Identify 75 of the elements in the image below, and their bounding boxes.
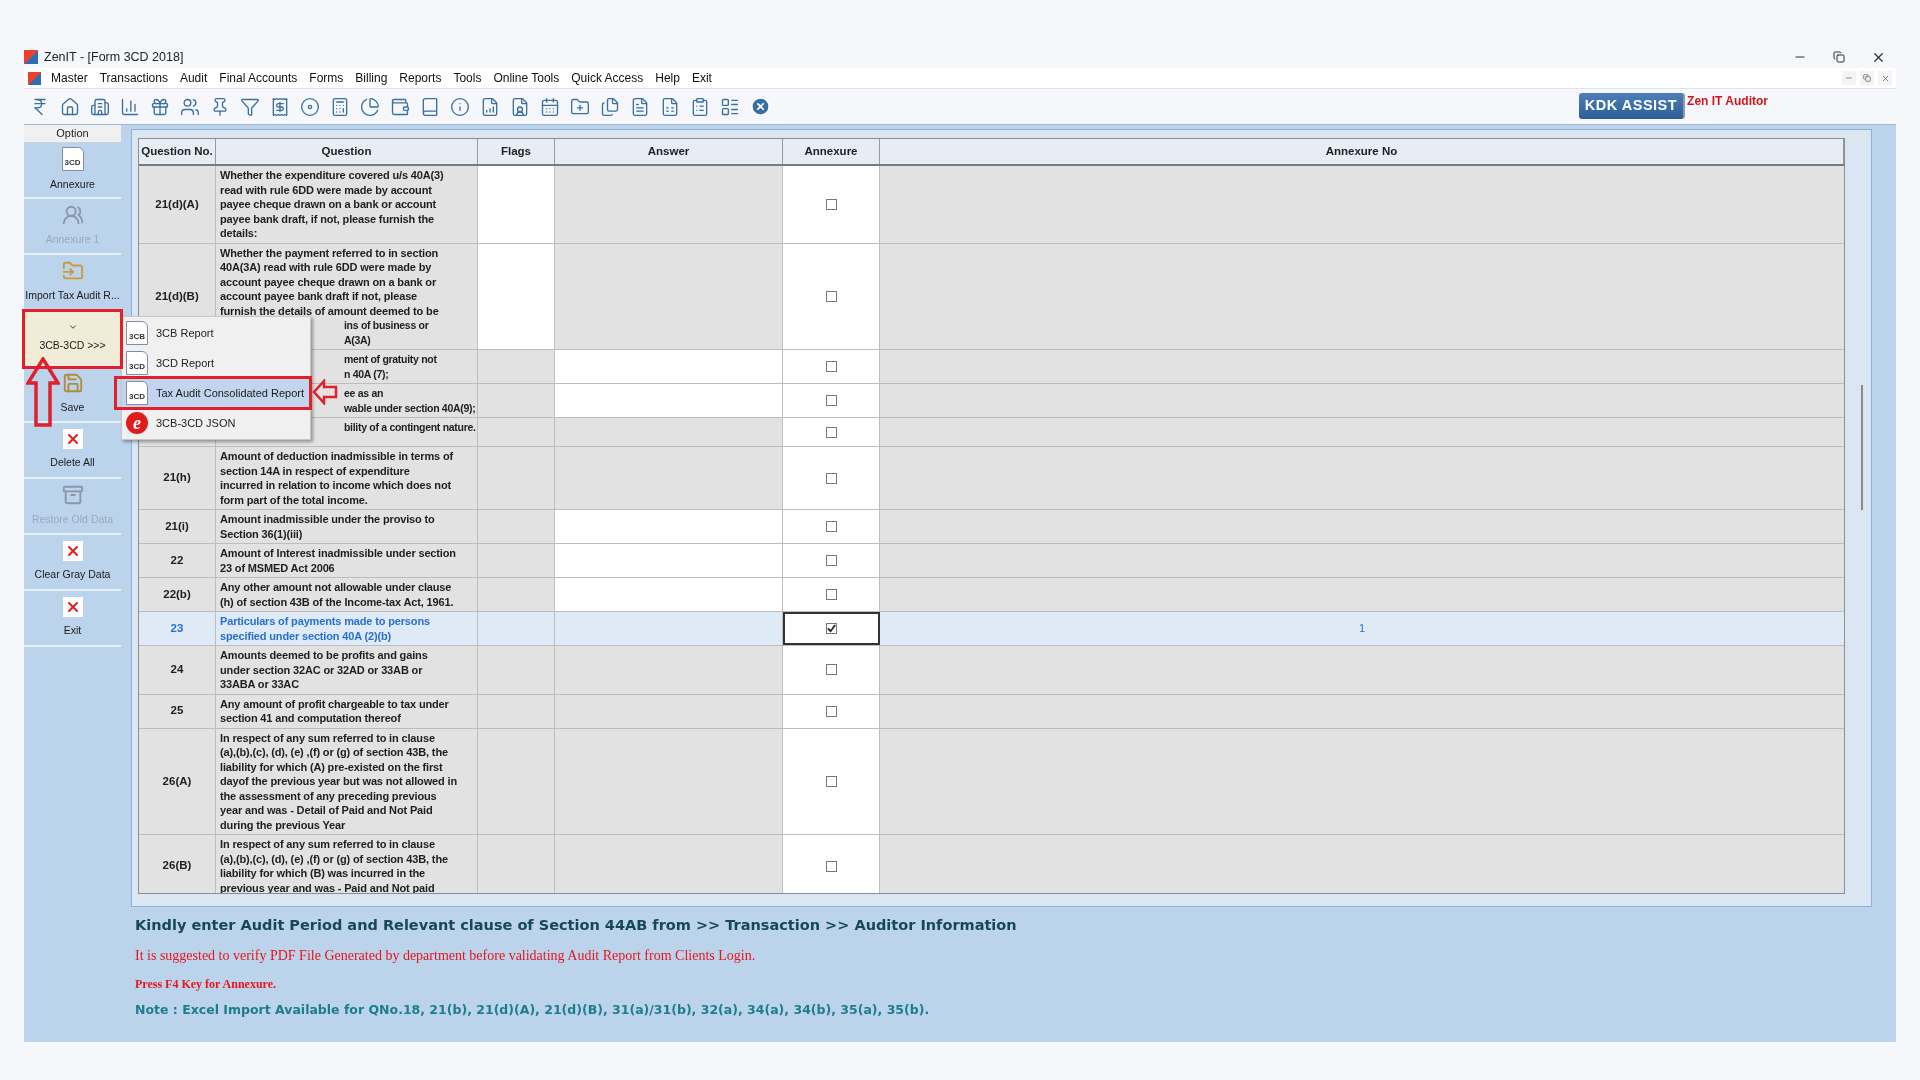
- question-number: 22(b): [163, 586, 191, 602]
- info-message: Kindly enter Audit Period and Relevant clause of Section 44AB from >> Transaction >> Auditor Information: [135, 916, 1018, 935]
- question-text: 40A(3A) read with rule 6DD were made by: [220, 260, 432, 275]
- column-header: Annexure: [783, 139, 880, 164]
- column-header: Answer: [555, 139, 783, 164]
- question-number: 21(i): [165, 518, 189, 534]
- question-number: 23: [170, 620, 184, 636]
- question-text: section 14A in respect of expenditure: [220, 463, 410, 478]
- question-text: Amount inadmissible under the proviso to: [220, 512, 435, 527]
- question-text: previous year and was - Paid and Not paid: [220, 880, 435, 893]
- document-icon: 3CD: [126, 381, 148, 405]
- question-number: 22: [170, 552, 184, 568]
- annexure-number: 1: [1358, 621, 1366, 637]
- question-number: 26(A): [162, 773, 192, 789]
- document-icon: 3CB: [126, 321, 148, 345]
- question-text: n 40A (7);: [344, 366, 389, 381]
- question-text: bility of a contingent nature.: [344, 420, 476, 435]
- question-text: furnish the details of amount deemed to be: [220, 303, 439, 318]
- question-text: dayof the previous year but was not allowed in: [220, 774, 457, 789]
- document-icon: 3CD: [61, 147, 84, 172]
- question-text: payee cheque drawn on a bank or account: [220, 197, 437, 212]
- question-text: 33ABA or 33AC: [220, 677, 299, 692]
- question-text: read with rule 6DD were made by account: [220, 182, 432, 197]
- badge-icon: e: [126, 412, 148, 434]
- question-text: ee as an: [344, 386, 384, 401]
- question-text: (h) of section 43B of the Income-tax Act, 1961.: [220, 594, 454, 609]
- column-header: Question: [216, 139, 478, 164]
- info-message: It is suggested to verify PDF File Generated by department before validating Audit Report from Clients Login.: [135, 946, 757, 965]
- question-text: Any amount of profit chargeable to tax under: [220, 696, 449, 711]
- product-label: Zen IT Auditor: [1687, 93, 1768, 110]
- question-text: account payee cheque drawn on a bank or: [220, 274, 437, 289]
- question-text: Section 36(1)(iii): [220, 526, 303, 541]
- question-text: incurred in relation to income which does not: [220, 478, 451, 493]
- question-text: Amount of Interest inadmissible under section: [220, 546, 456, 561]
- question-text: form part of the total income.: [220, 492, 368, 507]
- question-text: during the previous Year: [220, 817, 346, 832]
- question-text: Any other amount not allowable under clause: [220, 580, 452, 595]
- question-text: Whether the expenditure covered u/s 40A(3): [220, 168, 444, 183]
- question-text: liability for which (A) pre-existed on the first: [220, 759, 443, 774]
- question-text: wable under section 40A(9);: [344, 400, 476, 415]
- question-text: year and was - Detail of Paid and Not Paid: [220, 803, 433, 818]
- question-text: Amount of deduction inadmissible in terms of: [220, 449, 453, 464]
- question-text: specified under section 40A (2)(b): [220, 628, 392, 643]
- question-text: the assessment of any preceding previous: [220, 788, 437, 803]
- question-number: 21(d)(A): [155, 196, 199, 212]
- window-title: ZenIT - [Form 3CD 2018]: [44, 48, 184, 66]
- question-text: In respect of any sum referred to in clause: [220, 837, 435, 852]
- question-text: Whether the payment referred to in section: [220, 245, 439, 260]
- question-text: Particulars of payments made to persons: [220, 614, 430, 629]
- question-text: details:: [220, 226, 258, 241]
- question-text: under section 32AC or 32AD or 33AB or: [220, 662, 423, 677]
- question-text: (a),(b),(c), (d), (e) ,(f) or (g) of section 43B, the: [220, 851, 448, 866]
- question-text: liability for which (B) was incurred in the: [220, 866, 426, 881]
- info-message: Note : Excel Import Available for QNo.18, 21(b), 21(d)(A), 21(d)(B), 31(a)/31(b), 32(a), 34(a), 34(b), 35(a), 35(b).: [135, 1000, 931, 1019]
- question-text: 23 of MSMED Act 2006: [220, 560, 335, 575]
- document-icon: 3CD: [126, 351, 148, 375]
- info-message: Press F4 Key for Annexure.: [135, 975, 277, 993]
- question-text: In respect of any sum referred to in clause: [220, 730, 435, 745]
- question-text: ins of business or: [344, 318, 429, 333]
- column-header: Flags: [478, 139, 555, 164]
- sidebar-header: Option: [24, 125, 121, 143]
- question-text: ment of gratuity not: [344, 352, 437, 367]
- column-header: Question No.: [139, 139, 216, 164]
- question-text: A(3A): [344, 332, 371, 347]
- question-text: account payee bank draft if not, please: [220, 289, 418, 304]
- question-number: 24: [170, 662, 184, 678]
- question-text: Amounts deemed to be profits and gains: [220, 648, 428, 663]
- question-text: payee bank draft, if not, please furnish the: [220, 211, 435, 226]
- column-header: Annexure No: [880, 139, 1844, 164]
- question-number: 26(B): [162, 858, 192, 874]
- question-number: 21(h): [163, 470, 191, 486]
- question-text: (a),(b),(c), (d), (e) ,(f) or (g) of section 43B, the: [220, 745, 448, 760]
- question-number: 21(d)(B): [155, 288, 199, 304]
- question-text: section 41 and computation thereof: [220, 711, 401, 726]
- question-number: 25: [170, 703, 184, 719]
